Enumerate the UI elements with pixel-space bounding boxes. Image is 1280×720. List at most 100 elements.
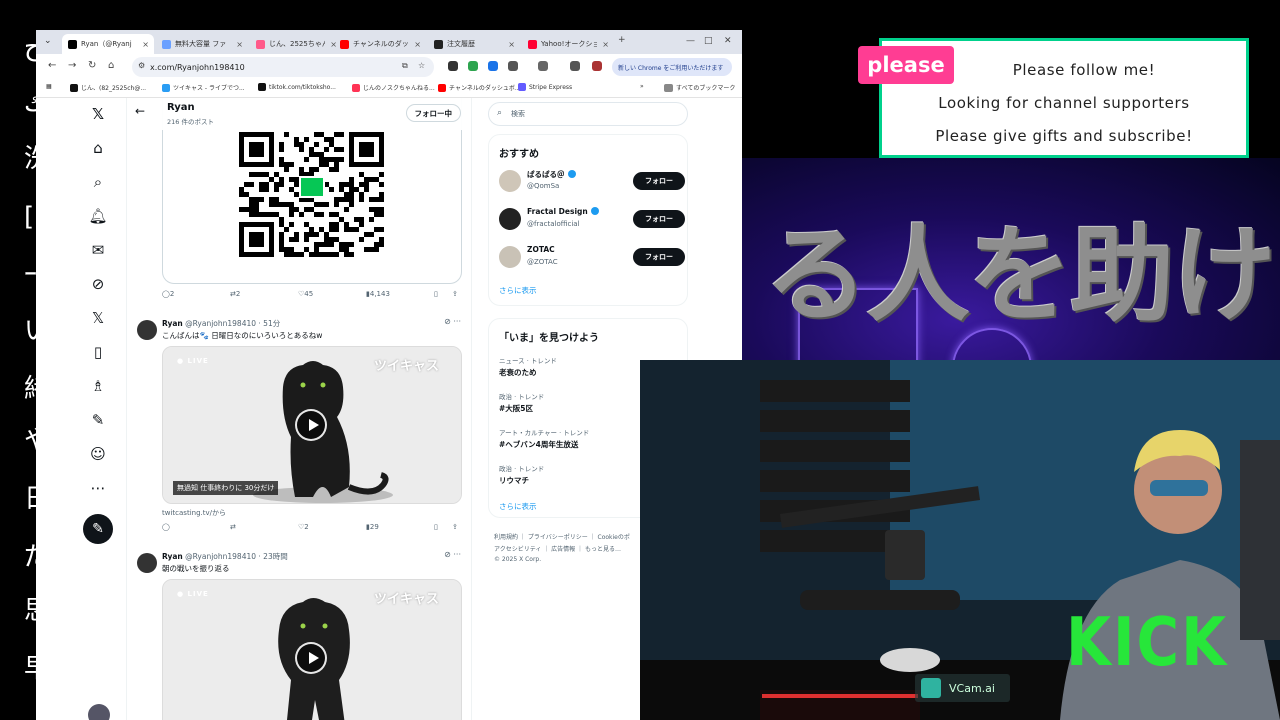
puzzle-icon[interactable] bbox=[508, 61, 518, 71]
repost-button[interactable]: ⇄ 2 bbox=[230, 290, 240, 298]
browser-tab[interactable]: じん、2525ちゃん × bbox=[250, 34, 342, 54]
post-avatar[interactable] bbox=[137, 320, 157, 340]
bookmark-item[interactable]: tiktok.com/tiktoksho... bbox=[258, 83, 336, 91]
back-icon[interactable]: ← bbox=[48, 60, 56, 71]
messages-icon[interactable]: ✉ bbox=[86, 238, 110, 262]
bookmark-favicon-icon bbox=[162, 83, 170, 92]
post-compose-button[interactable]: ✎ bbox=[83, 514, 113, 544]
explore-icon[interactable]: ⌕ bbox=[86, 170, 110, 194]
bookmark-item[interactable]: ツイキャス - ライブでつ... bbox=[162, 83, 245, 92]
post-more-icon[interactable]: ⊘ ··· bbox=[444, 550, 461, 559]
home-icon[interactable]: ⌂ bbox=[108, 60, 114, 71]
post-author[interactable]: Ryan bbox=[162, 319, 183, 328]
follow-button[interactable]: フォロー bbox=[633, 248, 685, 266]
play-icon[interactable] bbox=[295, 409, 327, 441]
more-icon[interactable]: ⋯ bbox=[86, 476, 110, 500]
chrome-update-button[interactable]: 新しい Chrome をご利用いただけます bbox=[612, 58, 732, 76]
post-author[interactable]: Ryan bbox=[162, 552, 183, 561]
extension-icon[interactable] bbox=[448, 61, 458, 71]
home-icon[interactable]: ⌂ bbox=[86, 136, 110, 160]
browser-tab[interactable]: チャンネルのダッシ × bbox=[334, 34, 426, 54]
close-window-icon[interactable]: ✕ bbox=[724, 36, 732, 46]
reply-button[interactable]: ◯ 2 bbox=[162, 290, 174, 298]
browser-tab[interactable]: 注文履歴 × bbox=[428, 34, 520, 54]
footer-links[interactable]: 利用規約 ｜ プライバシーポリシー ｜ Cookieのポ bbox=[494, 532, 630, 541]
bookmarks-icon[interactable]: ▯ bbox=[86, 340, 110, 364]
bookmark-star-icon[interactable]: ☆ bbox=[418, 61, 425, 70]
reload-icon[interactable]: ↻ bbox=[88, 60, 96, 71]
suggested-account[interactable]: Fractal Design @fractalofficial フォロー bbox=[499, 205, 685, 235]
tab-close-icon[interactable]: × bbox=[236, 40, 243, 49]
bookmark-item[interactable]: じん、(82_2525ch@... bbox=[70, 83, 146, 92]
live-label: ● LIVE bbox=[177, 357, 209, 365]
bookmark-item[interactable]: チャンネルのダッシュボ... bbox=[438, 83, 521, 92]
follow-request-box: please Please follow me! Looking for cha… bbox=[858, 38, 1249, 158]
bookmarks-overflow-icon[interactable]: » bbox=[640, 83, 644, 90]
key-icon[interactable] bbox=[538, 61, 548, 71]
views-button[interactable]: ▮ 29 bbox=[366, 523, 379, 531]
tab-search-icon[interactable]: ⌄ bbox=[44, 36, 52, 46]
back-arrow-icon[interactable]: ← bbox=[135, 104, 145, 118]
browser-tab[interactable]: Ryan（@Ryanj × bbox=[62, 34, 154, 54]
tab-close-icon[interactable]: × bbox=[142, 40, 149, 49]
play-icon[interactable] bbox=[295, 642, 327, 674]
articles-icon[interactable]: ✎ bbox=[86, 408, 110, 432]
account-avatar[interactable] bbox=[88, 704, 110, 720]
post-more-icon[interactable]: ⊘ ··· bbox=[444, 317, 461, 326]
repost-button[interactable]: ⇄ bbox=[230, 523, 236, 531]
footer-links[interactable]: アクセシビリティ ｜ 広告情報 ｜ もっと見る… bbox=[494, 544, 621, 553]
follow-label: フォロー bbox=[645, 215, 673, 223]
browser-tab[interactable]: Yahoo!オークショ × bbox=[522, 34, 614, 54]
tab-close-icon[interactable]: × bbox=[508, 40, 515, 49]
show-more-link[interactable]: さらに表示 bbox=[499, 285, 537, 296]
address-bar[interactable]: ⚙ x.com/Ryanjohn198410 ⧉ ☆ bbox=[132, 57, 434, 77]
x-logo-icon[interactable]: 𝕏 bbox=[86, 102, 110, 126]
bookmark-favicon-icon bbox=[518, 83, 526, 91]
bookmark-item[interactable]: Stripe Express bbox=[518, 83, 572, 91]
trends-show-more-link[interactable]: さらに表示 bbox=[499, 501, 537, 512]
account-avatar[interactable] bbox=[499, 208, 521, 230]
bookmark-icon[interactable]: ▯ bbox=[434, 523, 438, 531]
notifications-icon[interactable]: 🔔︎ bbox=[86, 204, 110, 228]
bookmark-item[interactable]: じんのノスクちゃんねる... bbox=[352, 83, 435, 92]
minimize-icon[interactable]: — bbox=[686, 36, 695, 46]
following-button[interactable]: フォロー中 bbox=[405, 104, 461, 122]
grok-icon[interactable]: ⊘ bbox=[86, 272, 110, 296]
tab-close-icon[interactable]: × bbox=[602, 40, 609, 49]
suggested-account[interactable]: ぱるぱる＠ @QomSa フォロー bbox=[499, 167, 685, 197]
share-icon[interactable]: ⇪ bbox=[452, 523, 458, 531]
link-source[interactable]: twitcasting.tv/から bbox=[162, 508, 226, 518]
follow-button[interactable]: フォロー bbox=[633, 210, 685, 228]
site-info-icon[interactable]: ⚙ bbox=[138, 61, 145, 70]
post-avatar[interactable] bbox=[137, 553, 157, 573]
share-icon[interactable]: ⇪ bbox=[452, 290, 458, 298]
account-avatar[interactable] bbox=[499, 170, 521, 192]
extension-icon[interactable] bbox=[488, 61, 498, 71]
bookmark-icon[interactable]: ▯ bbox=[434, 290, 438, 298]
all-bookmarks[interactable]: すべてのブックマーク bbox=[664, 83, 735, 92]
forward-icon[interactable]: → bbox=[68, 60, 76, 71]
browser-tab[interactable]: 無料大容量 ファ × bbox=[156, 34, 248, 54]
new-tab-button[interactable]: + bbox=[618, 35, 626, 45]
extension-icon[interactable] bbox=[468, 61, 478, 71]
profile-timeline: ← Ryan 216 件のポスト フォロー中 ◯ 2 ⇄ 2 ♡ 45 ▮ 4,… bbox=[126, 98, 472, 720]
tab-close-icon[interactable]: × bbox=[414, 40, 421, 49]
maximize-icon[interactable]: □ bbox=[704, 36, 713, 46]
profile-icon[interactable] bbox=[592, 61, 602, 71]
jobs-icon[interactable]: ♗ bbox=[86, 374, 110, 398]
download-icon[interactable] bbox=[570, 61, 580, 71]
like-button[interactable]: ♡ 45 bbox=[298, 290, 313, 298]
suggested-account[interactable]: ZOTAC @ZOTAC フォロー bbox=[499, 243, 685, 273]
premium-icon[interactable]: 𝕏 bbox=[86, 306, 110, 330]
video-thumbnail[interactable]: ● LIVE ツイキャス bbox=[162, 579, 462, 720]
like-button[interactable]: ♡ 2 bbox=[298, 523, 309, 531]
reply-button[interactable]: ◯ bbox=[162, 523, 170, 531]
account-avatar[interactable] bbox=[499, 246, 521, 268]
apps-icon[interactable]: ▦ bbox=[46, 83, 52, 90]
profile-icon[interactable]: ☺ bbox=[86, 442, 110, 466]
video-thumbnail[interactable]: ● LIVE ツイキャス 無過知 仕事終わりに 30分だけ bbox=[162, 346, 462, 504]
search-input[interactable]: ⌕ 検索 bbox=[488, 102, 688, 126]
install-icon[interactable]: ⧉ bbox=[402, 61, 408, 71]
follow-button[interactable]: フォロー bbox=[633, 172, 685, 190]
views-button[interactable]: ▮ 4,143 bbox=[366, 290, 390, 298]
